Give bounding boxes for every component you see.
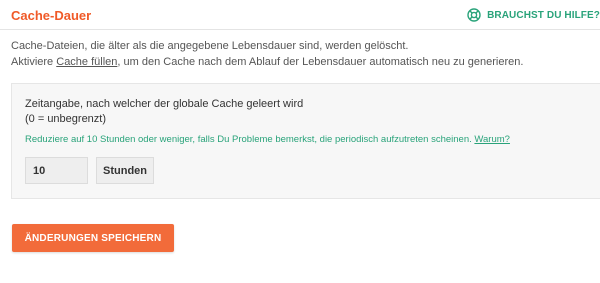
section-header: Cache-Dauer BRAUCHST DU HILFE? [0,0,600,30]
description-text-after: , um den Cache nach dem Ablauf der Leben… [117,56,524,68]
lifetime-hint: Reduziere auf 10 Stunden oder weniger, f… [25,134,510,145]
lifetime-label-note: (0 = unbegrenzt) [25,113,107,125]
help-label: BRAUCHST DU HILFE? [487,9,600,21]
lifetime-hint-text: Reduziere auf 10 Stunden oder weniger, f… [25,134,475,145]
lifetime-label: Zeitangabe, nach welcher der globale Cac… [25,97,303,127]
why-link[interactable]: Warum? [474,134,510,145]
save-changes-button[interactable]: ÄNDERUNGEN SPEICHERN [12,224,174,252]
section-description: Cache-Dateien, die älter als die angegeb… [11,38,523,70]
lifetime-unit-label: Stunden [96,157,154,184]
section-title: Cache-Dauer [11,8,92,23]
preload-cache-link[interactable]: Cache füllen [56,56,117,68]
lifetime-value-input[interactable] [25,157,88,184]
lifetime-panel: Zeitangabe, nach welcher der globale Cac… [11,83,600,199]
description-line-2: Aktiviere Cache füllen, um den Cache nac… [11,54,523,70]
help-link[interactable]: BRAUCHST DU HILFE? [467,8,600,22]
lifetime-label-main: Zeitangabe, nach welcher der globale Cac… [25,98,304,110]
description-line-1: Cache-Dateien, die älter als die angegeb… [11,40,409,52]
description-text-before: Aktiviere [11,56,57,68]
lifebuoy-icon [467,8,481,22]
